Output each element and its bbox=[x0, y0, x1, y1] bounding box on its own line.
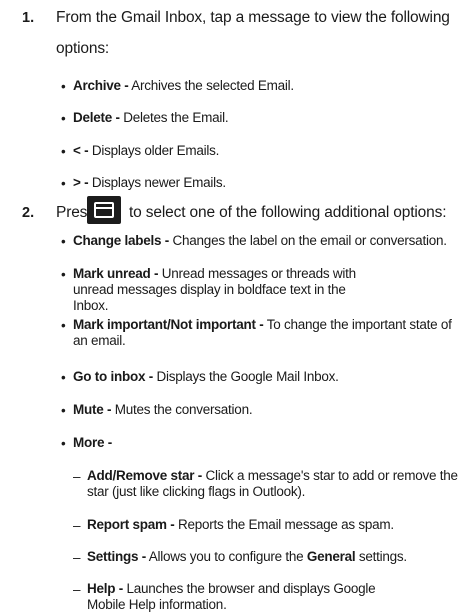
option-label: Change labels - bbox=[73, 233, 170, 248]
bullet: • bbox=[61, 144, 66, 159]
menu-icon-bar bbox=[94, 207, 114, 209]
option-newer: > - Displays newer Emails. bbox=[73, 175, 226, 191]
step-1-text-line1: From the Gmail Inbox, tap a message to v… bbox=[56, 9, 450, 26]
bullet: • bbox=[61, 234, 66, 249]
option-label: Delete - bbox=[73, 110, 120, 125]
option-change-labels: Change labels - Changes the label on the… bbox=[73, 233, 468, 249]
option-desc: Displays older Emails. bbox=[88, 143, 220, 158]
more-report-spam: Report spam - Reports the Email message … bbox=[87, 517, 394, 533]
bullet: • bbox=[61, 79, 66, 94]
option-label: Mark unread - bbox=[73, 266, 159, 281]
option-archive: Archive - Archives the selected Email. bbox=[73, 78, 294, 94]
more-settings: Settings - Allows you to configure the G… bbox=[87, 549, 407, 565]
bullet: • bbox=[61, 370, 66, 385]
option-desc: Reports the Email message as spam. bbox=[174, 517, 394, 532]
more-help: Help - Launches the browser and displays… bbox=[87, 581, 397, 613]
option-older: < - Displays older Emails. bbox=[73, 143, 219, 159]
document-page: 1. From the Gmail Inbox, tap a message t… bbox=[0, 0, 474, 613]
menu-key-icon bbox=[87, 196, 121, 224]
bullet: • bbox=[61, 436, 66, 451]
option-label: More - bbox=[73, 435, 112, 450]
option-label: Help - bbox=[87, 581, 124, 596]
option-desc: Archives the selected Email. bbox=[128, 78, 294, 93]
bullet: • bbox=[61, 403, 66, 418]
option-label: Settings - bbox=[87, 549, 147, 564]
option-mark-unread: Mark unread - Unread messages or threads… bbox=[73, 266, 383, 314]
option-label: Report spam - bbox=[87, 517, 175, 532]
option-desc: Changes the label on the email or conver… bbox=[169, 233, 447, 248]
settings-general-label: General bbox=[306, 549, 356, 564]
option-more: More - bbox=[73, 435, 112, 451]
bullet: • bbox=[61, 267, 66, 282]
bullet: • bbox=[61, 318, 66, 333]
option-label: Archive - bbox=[73, 78, 129, 93]
step-number-2: 2. bbox=[22, 205, 35, 221]
menu-icon-frame bbox=[94, 202, 114, 218]
step-1-text-line2: options: bbox=[56, 40, 110, 57]
option-label: Go to inbox - bbox=[73, 369, 153, 384]
option-mute: Mute - Mutes the conversation. bbox=[73, 402, 253, 418]
option-desc: Displays the Google Mail Inbox. bbox=[153, 369, 339, 384]
option-desc: settings. bbox=[355, 549, 407, 564]
bullet: • bbox=[61, 176, 66, 191]
option-desc: Displays newer Emails. bbox=[88, 175, 226, 190]
bullet: • bbox=[61, 111, 66, 126]
option-label: Add/Remove star - bbox=[87, 468, 203, 483]
option-delete: Delete - Deletes the Email. bbox=[73, 110, 229, 126]
option-desc: Allows you to configure the bbox=[146, 549, 307, 564]
dash: – bbox=[73, 550, 81, 565]
step-number-1: 1. bbox=[22, 10, 35, 26]
option-label: Mark important/Not important - bbox=[73, 317, 264, 332]
dash: – bbox=[73, 518, 81, 533]
dash: – bbox=[73, 582, 81, 597]
option-go-to-inbox: Go to inbox - Displays the Google Mail I… bbox=[73, 369, 339, 385]
option-label: < - bbox=[73, 143, 89, 158]
option-desc: Deletes the Email. bbox=[119, 110, 229, 125]
more-add-remove-star: Add/Remove star - Click a message's star… bbox=[87, 468, 471, 500]
option-mark-important: Mark important/Not important - To change… bbox=[73, 317, 468, 349]
option-desc: Launches the browser and displays Google… bbox=[87, 581, 376, 612]
dash: – bbox=[73, 469, 81, 484]
option-desc: Mutes the conversation. bbox=[111, 402, 253, 417]
step-2-text-after: to select one of the following additiona… bbox=[129, 204, 447, 221]
option-label: > - bbox=[73, 175, 89, 190]
option-label: Mute - bbox=[73, 402, 112, 417]
